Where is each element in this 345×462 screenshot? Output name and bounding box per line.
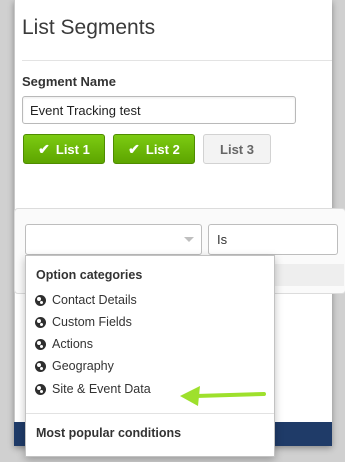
dropdown-item-label: Geography [52,359,114,373]
condition-panel-strip [270,264,344,286]
globe-icon [35,338,46,350]
title-divider [22,60,332,61]
dropdown-item-label: Site & Event Data [52,382,151,396]
dropdown-item-label: Actions [52,337,93,351]
dropdown-popular-title: Most popular conditions [36,426,182,440]
segment-name-input[interactable] [22,96,296,124]
list-3-label: List 3 [220,141,254,157]
globe-icon [35,383,46,395]
globe-icon [35,294,46,306]
segment-name-label: Segment Name [22,74,116,89]
list-2-button[interactable]: ✔ List 2 [113,134,195,164]
dropdown-section-title: Option categories [36,268,143,282]
list-3-button[interactable]: List 3 [203,134,271,164]
dropdown-item-site-event-data[interactable]: Site & Event Data [35,379,151,399]
dropdown-divider [26,413,274,414]
page-title: List Segments [22,16,156,39]
list-1-button[interactable]: ✔ List 1 [23,134,105,164]
chevron-down-icon [184,237,194,242]
dropdown-item-label: Custom Fields [52,315,132,329]
annotation-arrow-icon [180,386,266,406]
dropdown-item-custom-fields[interactable]: Custom Fields [35,312,132,332]
list-1-label: List 1 [55,141,90,157]
operator-select[interactable]: Is [208,224,338,255]
globe-icon [35,360,46,372]
category-select[interactable] [25,224,202,255]
dropdown-item-actions[interactable]: Actions [35,334,93,354]
category-dropdown-menu: Option categories Contact Details Custom… [25,255,275,457]
list-2-label: List 2 [145,141,180,157]
globe-icon [35,316,46,328]
dropdown-item-geography[interactable]: Geography [35,356,114,376]
dropdown-item-contact-details[interactable]: Contact Details [35,290,137,310]
dropdown-item-label: Contact Details [52,293,137,307]
checkmark-icon: ✔ [38,140,50,157]
checkmark-icon: ✔ [128,140,140,157]
